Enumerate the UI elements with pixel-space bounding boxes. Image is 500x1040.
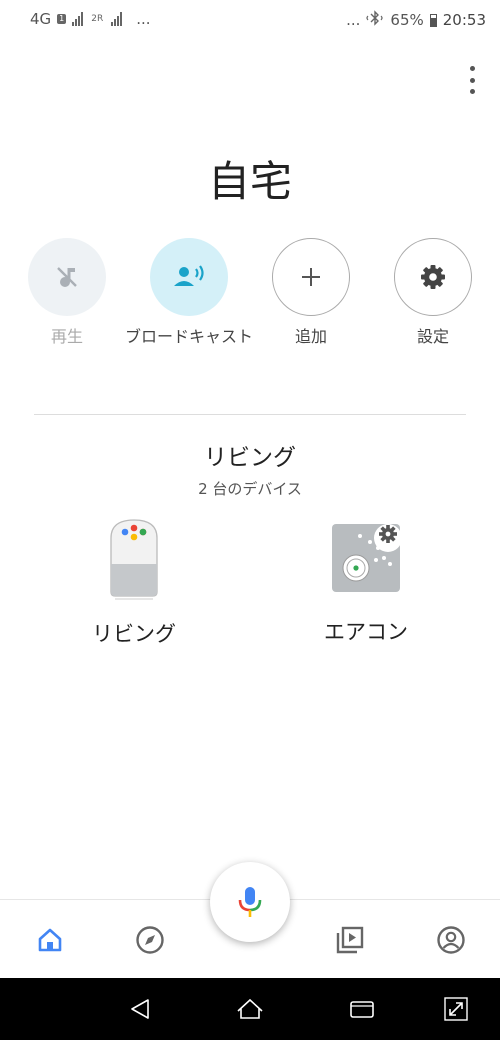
broadcast-action[interactable]: ブロードキャスト bbox=[124, 238, 254, 348]
add-label: 追加 bbox=[294, 327, 327, 346]
add-action[interactable]: 追加 bbox=[246, 238, 376, 348]
dot bbox=[469, 89, 475, 94]
system-recents-button[interactable] bbox=[346, 993, 378, 1025]
room-name[interactable]: リビング bbox=[0, 438, 500, 472]
music-off-icon bbox=[57, 267, 77, 287]
device-aircon[interactable]: エアコン bbox=[276, 518, 456, 646]
expand-arrow-icon bbox=[444, 997, 468, 1021]
nav-discover[interactable] bbox=[130, 920, 170, 960]
nav-home[interactable] bbox=[30, 920, 70, 960]
settings-button[interactable] bbox=[394, 238, 472, 316]
home-title: 自宅 bbox=[207, 157, 292, 206]
status-bar: 4G 1 2R ... ... 65% 20:53 bbox=[0, 0, 500, 40]
play-label: 再生 bbox=[50, 327, 83, 346]
broadcast-button[interactable] bbox=[150, 238, 228, 316]
network-type: 4G bbox=[30, 10, 52, 28]
broadcast-icon bbox=[174, 265, 204, 286]
add-button[interactable] bbox=[272, 238, 350, 316]
microphone-icon bbox=[238, 887, 262, 917]
dot bbox=[469, 77, 475, 83]
remote-control-device-icon bbox=[332, 524, 402, 592]
clock: 20:53 bbox=[442, 11, 486, 29]
dot bbox=[469, 66, 475, 71]
room-device-count: 2 台のデバイス bbox=[198, 480, 302, 498]
media-icon bbox=[336, 926, 364, 954]
more-options-button[interactable] bbox=[466, 66, 478, 94]
signal-icon-2 bbox=[111, 12, 123, 26]
google-home-speaker-icon bbox=[110, 519, 158, 600]
status-right: ... 65% 20:53 bbox=[346, 10, 486, 30]
bluetooth-icon bbox=[366, 10, 384, 30]
voice-assistant-button[interactable] bbox=[210, 862, 290, 942]
divider bbox=[34, 414, 466, 415]
gear-icon bbox=[421, 265, 445, 289]
device-label: エアコン bbox=[324, 620, 408, 644]
system-home-button[interactable] bbox=[234, 993, 266, 1025]
device-living-speaker[interactable]: リビング bbox=[44, 518, 224, 648]
nav-account[interactable] bbox=[431, 920, 471, 960]
battery-percent: 65% bbox=[390, 11, 424, 29]
play-button[interactable] bbox=[28, 238, 106, 316]
system-screenshot-button[interactable] bbox=[440, 993, 472, 1025]
signal-icon bbox=[72, 12, 84, 26]
plus-icon bbox=[302, 268, 320, 286]
battery-icon bbox=[429, 13, 437, 27]
discover-compass-icon bbox=[136, 926, 164, 954]
sim2-badge: 2R bbox=[91, 14, 104, 24]
status-more: ... bbox=[346, 11, 361, 29]
play-action[interactable]: 再生 bbox=[2, 238, 132, 348]
settings-label: 設定 bbox=[416, 327, 449, 346]
nav-media[interactable] bbox=[330, 920, 370, 960]
account-icon bbox=[437, 926, 465, 954]
notification-more: ... bbox=[136, 10, 151, 28]
home-icon bbox=[38, 928, 62, 952]
system-back-button[interactable] bbox=[124, 993, 156, 1025]
system-navigation-bar bbox=[0, 978, 500, 1040]
status-left: 4G 1 2R ... bbox=[30, 10, 151, 28]
device-label: リビング bbox=[92, 622, 176, 646]
settings-action[interactable]: 設定 bbox=[368, 238, 498, 348]
home-outline-icon bbox=[237, 998, 263, 1019]
broadcast-label: ブロードキャスト bbox=[124, 327, 253, 346]
recents-icon bbox=[350, 1001, 374, 1018]
back-icon bbox=[131, 999, 149, 1019]
sim1-badge: 1 bbox=[57, 14, 67, 24]
